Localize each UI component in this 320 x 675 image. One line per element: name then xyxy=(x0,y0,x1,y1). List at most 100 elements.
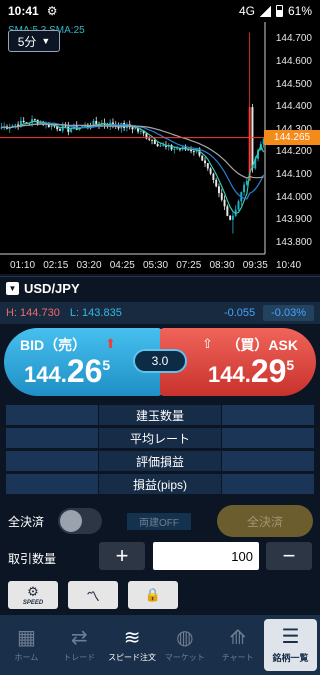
y-tick-label: 144.400 xyxy=(275,101,312,113)
nav-trade[interactable]: ⇄ トレード xyxy=(53,615,106,675)
ask-label: （買）ASK xyxy=(226,337,298,353)
gear-icon: ⚙ xyxy=(46,4,58,18)
quantity-minus-button[interactable]: − xyxy=(266,542,312,570)
y-tick-label: 143.800 xyxy=(275,236,312,248)
position-info: 建玉数量 平均レート 評価損益 損益(pips) xyxy=(6,405,314,497)
candle-body xyxy=(212,173,215,180)
chart-icon: 〽 xyxy=(86,588,100,604)
symbol-name: USD/JPY xyxy=(24,281,80,296)
candle-body xyxy=(162,145,165,147)
high-value: H: 144.730 xyxy=(6,307,60,319)
nav-home[interactable]: ▦ ホーム xyxy=(0,615,53,675)
candle-body xyxy=(223,199,226,207)
y-tick-label: 144.100 xyxy=(275,168,312,180)
ask-price: 144. 29 5 xyxy=(208,353,294,390)
candle-body xyxy=(58,129,61,131)
list-icon: ☰ xyxy=(281,626,300,648)
candle-body xyxy=(217,186,220,194)
candle-body xyxy=(192,151,195,153)
y-tick-label: 143.900 xyxy=(275,214,312,226)
current-price-tag: 144.265 xyxy=(264,129,320,145)
position-label: 損益(pips) xyxy=(132,477,187,492)
candle-body xyxy=(237,201,240,210)
position-label: 評価損益 xyxy=(135,454,184,469)
symbol-header[interactable]: ▼ USD/JPY xyxy=(0,276,320,300)
x-tick-label: 03:20 xyxy=(76,260,102,271)
timeframe-value: 5分 xyxy=(17,34,37,49)
candle-body xyxy=(209,168,212,174)
x-tick-label: 05:30 xyxy=(143,260,169,271)
candle-body xyxy=(187,149,190,151)
y-tick-label: 144.500 xyxy=(275,78,312,90)
y-tick-label: 144.600 xyxy=(275,55,312,67)
close-all-button[interactable]: 全決済 xyxy=(217,505,313,537)
both-sides-status: 両建OFF xyxy=(127,513,191,530)
spread-badge: 3.0 xyxy=(133,349,187,373)
gear-icon: ⚙ xyxy=(27,584,39,599)
trade-icon: ⇄ xyxy=(70,627,88,649)
bid-price-frac: 5 xyxy=(102,357,111,373)
status-bar: 10:41 ⚙ 4G 61% xyxy=(0,0,320,22)
speed-order-icon: ≋ xyxy=(123,627,141,649)
change-percent: -0.03% xyxy=(263,305,314,321)
low-value: L: 143.835 xyxy=(69,307,122,319)
market-icon: ◍ xyxy=(176,627,194,649)
battery-icon xyxy=(275,5,283,17)
arrow-up-icon: ⬆ xyxy=(105,336,116,351)
candle-body xyxy=(61,125,64,131)
x-tick-label: 07:25 xyxy=(176,260,202,271)
network-label: 4G xyxy=(238,4,255,18)
nav-symbol-list[interactable]: ☰ 銘柄一覧 xyxy=(264,619,317,671)
lock-button[interactable]: 🔒 xyxy=(128,581,178,609)
position-label: 平均レート xyxy=(129,431,190,446)
candle-body xyxy=(215,179,218,187)
candle-body xyxy=(243,184,246,193)
home-icon: ▦ xyxy=(16,627,36,649)
candle-body xyxy=(33,119,36,121)
position-row: 平均レート xyxy=(6,428,314,448)
candle-body xyxy=(176,148,179,150)
ask-price-frac: 5 xyxy=(286,357,295,373)
x-tick-label: 04:25 xyxy=(109,260,135,271)
nav-speed-order[interactable]: ≋ スピード注文 xyxy=(106,615,159,675)
position-row: 建玉数量 xyxy=(6,405,314,425)
x-tick-label: 02:15 xyxy=(43,260,69,271)
candle-body xyxy=(139,130,142,132)
position-row: 損益(pips) xyxy=(6,474,314,494)
position-row: 評価損益 xyxy=(6,451,314,471)
nav-label: スピード注文 xyxy=(108,653,157,662)
stats-row: H: 144.730 L: 143.835 -0.055 -0.03% xyxy=(0,302,320,324)
nav-label: トレード xyxy=(63,653,96,662)
candle-body xyxy=(229,215,232,220)
change-value: -0.055 xyxy=(223,307,256,319)
arrow-up-icon: ⇧ xyxy=(202,336,213,351)
battery-level: 61% xyxy=(287,4,312,18)
sma-mid-line xyxy=(1,122,265,200)
ask-price-pips: 29 xyxy=(250,353,287,389)
close-all-row: 全決済 両建OFF 全決済 xyxy=(0,504,320,538)
nav-market[interactable]: ◍ マーケット xyxy=(158,615,211,675)
nav-label: ホーム xyxy=(14,653,39,662)
bid-price-main: 144. xyxy=(24,362,67,387)
quantity-input[interactable]: 100 xyxy=(153,542,259,570)
candle-body xyxy=(248,107,251,181)
candle-body xyxy=(156,144,159,147)
close-all-toggle[interactable] xyxy=(58,508,102,534)
candle-body xyxy=(204,160,207,164)
candle-body xyxy=(22,120,25,123)
chart-toggle-button[interactable]: 〽 xyxy=(68,581,118,609)
x-tick-label: 09:35 xyxy=(242,260,268,271)
candle-body xyxy=(226,206,229,216)
price-chart[interactable]: SMA:5 3 SMA:25 5分 ▼ 144.700144.600144.50… xyxy=(0,22,320,274)
speed-settings-button[interactable]: ⚙ SPEED xyxy=(8,581,58,609)
nav-label: マーケット xyxy=(164,653,205,662)
chevron-down-icon[interactable]: ▼ xyxy=(6,282,19,295)
nav-chart[interactable]: ⟰ チャート xyxy=(211,615,264,675)
bid-price: 144. 26 5 xyxy=(24,353,110,390)
close-all-label: 全決済 xyxy=(8,514,45,529)
quantity-plus-button[interactable]: + xyxy=(99,542,145,570)
x-tick-label: 01:10 xyxy=(10,260,36,271)
timeframe-select[interactable]: 5分 ▼ xyxy=(8,30,60,52)
candle-body xyxy=(231,215,234,220)
bottom-nav: ▦ ホーム ⇄ トレード ≋ スピード注文 ◍ マーケット ⟰ チャート ☰ 銘… xyxy=(0,615,320,675)
